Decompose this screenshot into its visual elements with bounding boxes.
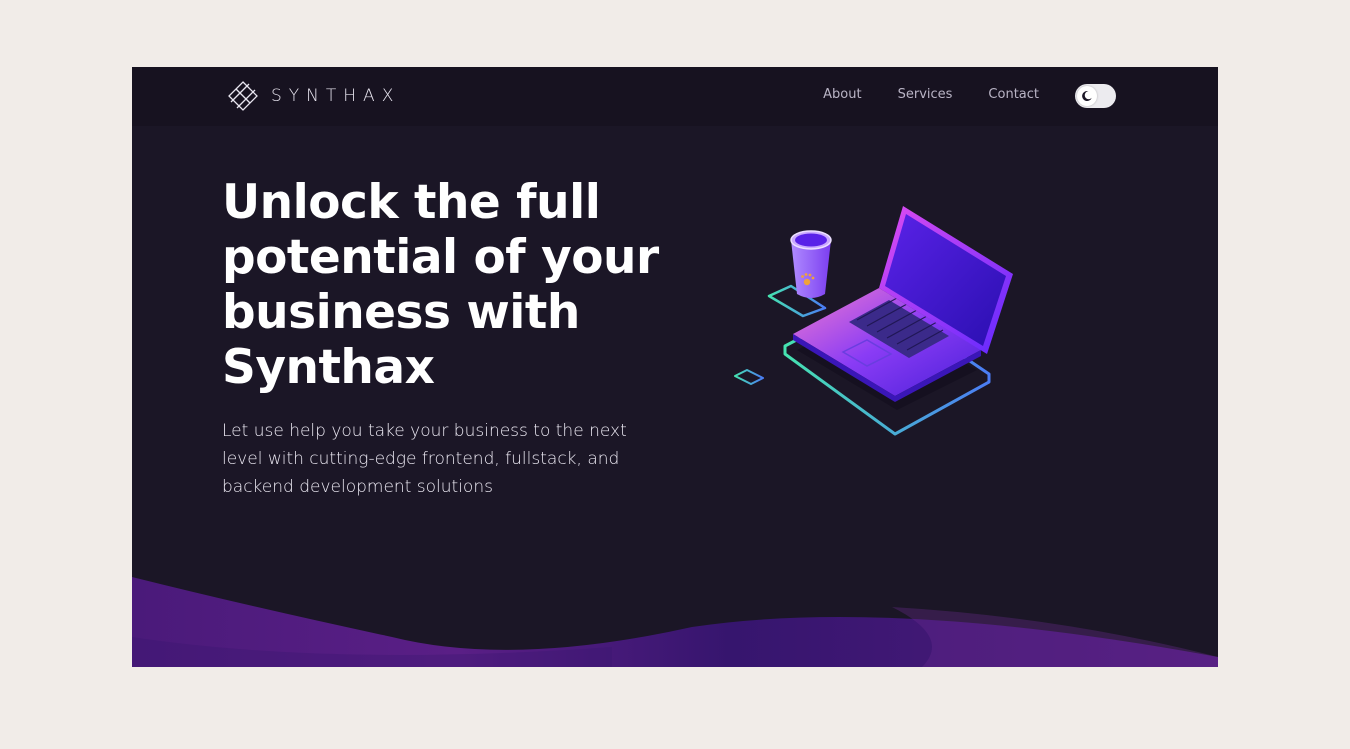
- moon-icon: [1082, 91, 1092, 102]
- nav-link-about[interactable]: About: [823, 87, 861, 102]
- nav-link-contact[interactable]: Contact: [988, 87, 1039, 102]
- hero-subtitle: Let use help you take your business to t…: [222, 421, 627, 497]
- brand-logo[interactable]: SYNTHAX: [227, 79, 400, 113]
- bottom-wave-decoration: [132, 577, 1218, 667]
- landing-page: SYNTHAX About Services Contact Unlock th…: [132, 67, 1218, 667]
- laptop-illustration: [734, 206, 1013, 436]
- neon-pad-small: [734, 369, 764, 385]
- main-nav: About Services Contact: [823, 87, 1039, 102]
- brand-name: SYNTHAX: [271, 86, 401, 106]
- synthax-logo-icon: [228, 81, 258, 111]
- coffee-cup: [790, 230, 832, 298]
- top-navigation-bar: SYNTHAX About Services Contact: [132, 67, 1218, 126]
- hero-title: Unlock the full potential of your busine…: [222, 175, 659, 395]
- theme-toggle-switch[interactable]: [1075, 84, 1116, 108]
- nav-link-services[interactable]: Services: [898, 87, 953, 102]
- theme-toggle-knob: [1077, 86, 1097, 106]
